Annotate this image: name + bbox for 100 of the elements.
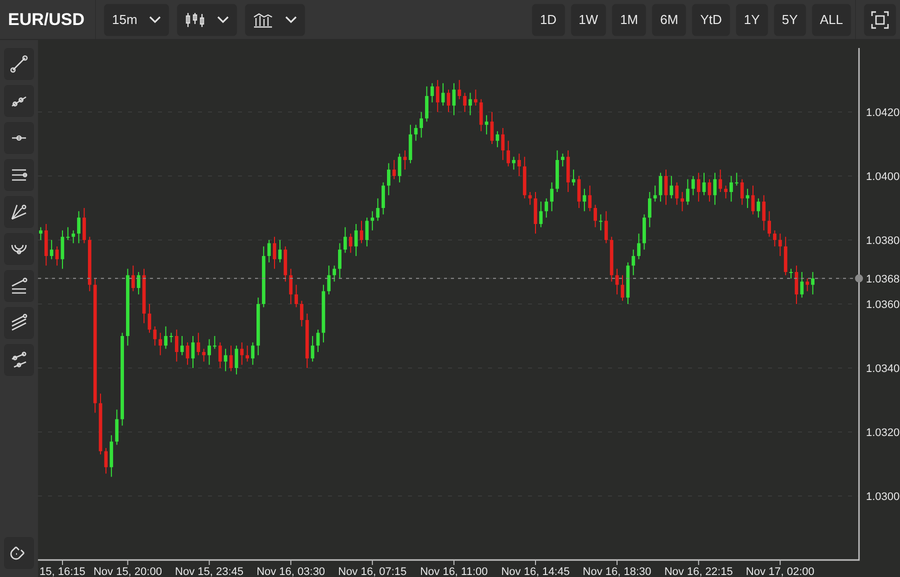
candle [544,198,548,218]
candle [696,172,700,202]
candle [517,153,521,176]
candle [153,326,157,346]
candle [164,326,168,350]
candle [191,336,195,368]
candle [408,124,412,164]
candle [653,185,657,202]
indicators-dropdown[interactable] [245,4,306,36]
candle [680,192,684,212]
range-button[interactable]: 1D [532,4,565,36]
candle [322,284,326,343]
candle [594,204,597,228]
candle [370,210,374,231]
time-tick-label: 15, 16:15 [40,566,86,577]
candle [376,198,380,222]
candle [398,153,402,183]
time-tick-label: Nov 16, 07:15 [338,566,407,577]
candle [387,162,390,196]
candle [213,336,216,350]
candle [300,300,304,327]
range-button[interactable]: ALL [812,4,851,36]
candle [278,240,282,263]
candle [262,246,266,308]
candle [98,393,102,455]
price-tick-label: 1.0360 [866,299,900,311]
range-button[interactable]: 1Y [736,4,768,36]
candle [740,178,744,206]
candle [316,329,320,352]
candle [800,272,804,298]
candle [234,345,238,375]
candle [66,226,70,240]
range-button[interactable]: 1W [570,4,606,36]
candle [382,182,385,215]
candle [458,80,462,100]
candle [294,284,298,308]
time-tick-label: Nov 16, 22:15 [664,566,733,577]
drawing-tool-button[interactable] [4,196,34,228]
candle [675,182,679,206]
time-tick-label: Nov 16, 18:30 [582,566,652,577]
drawing-tool-button[interactable] [4,344,34,376]
candle [365,217,369,247]
candle [170,332,173,343]
range-button[interactable]: 5Y [774,4,806,36]
drawing-tool-button[interactable] [4,85,34,117]
candle [484,114,488,135]
drawing-tool-button[interactable] [4,270,34,302]
candle [72,230,76,244]
candle [446,89,450,112]
candle [632,249,636,276]
candlestick-icon [185,12,206,28]
candle [550,182,554,212]
time-tick-label: Nov 16, 14:45 [501,566,570,577]
candle [44,224,48,266]
chart-type-dropdown[interactable] [177,4,238,36]
candle [501,128,505,160]
candle [642,214,646,250]
time-tick-label: Nov 15, 23:45 [175,566,244,577]
bar-chart-icon [253,12,274,28]
candle [420,112,424,138]
candle [751,185,755,215]
candle [272,236,276,270]
chevron-down-icon [217,16,230,24]
candle [718,169,722,192]
candle [229,345,233,372]
candle [582,188,586,212]
candle [496,130,500,148]
price-tick-label: 1.0400 [866,171,900,183]
candle [702,172,706,196]
candle [348,233,352,254]
drawing-tool-button[interactable] [4,122,34,154]
drawing-tool-button[interactable] [4,233,34,265]
drawing-tool-button[interactable] [4,159,34,191]
candle [463,92,466,112]
drawing-tool-button[interactable] [4,48,34,80]
candle [338,242,342,279]
candle [39,226,42,240]
candle [490,112,494,144]
range-button[interactable]: 6M [652,4,686,36]
candle [637,233,640,260]
fullscreen-button[interactable] [864,4,896,36]
candle [115,409,119,446]
range-button[interactable]: 1M [612,4,646,36]
candle [474,89,478,106]
candle [310,336,314,362]
candle [686,178,690,206]
range-button[interactable]: YtD [692,4,730,36]
interval-dropdown[interactable]: 15m [104,4,170,36]
candle [528,192,532,206]
candle [240,342,244,366]
drawing-tool-button[interactable] [4,307,34,339]
candle [403,150,407,170]
candle [572,169,576,186]
candle [284,246,288,282]
candle [354,224,358,256]
candle [610,236,614,282]
candle [604,210,608,244]
price-tick-label: 1.0320 [866,427,900,439]
candle [724,185,728,199]
candle [566,150,570,192]
